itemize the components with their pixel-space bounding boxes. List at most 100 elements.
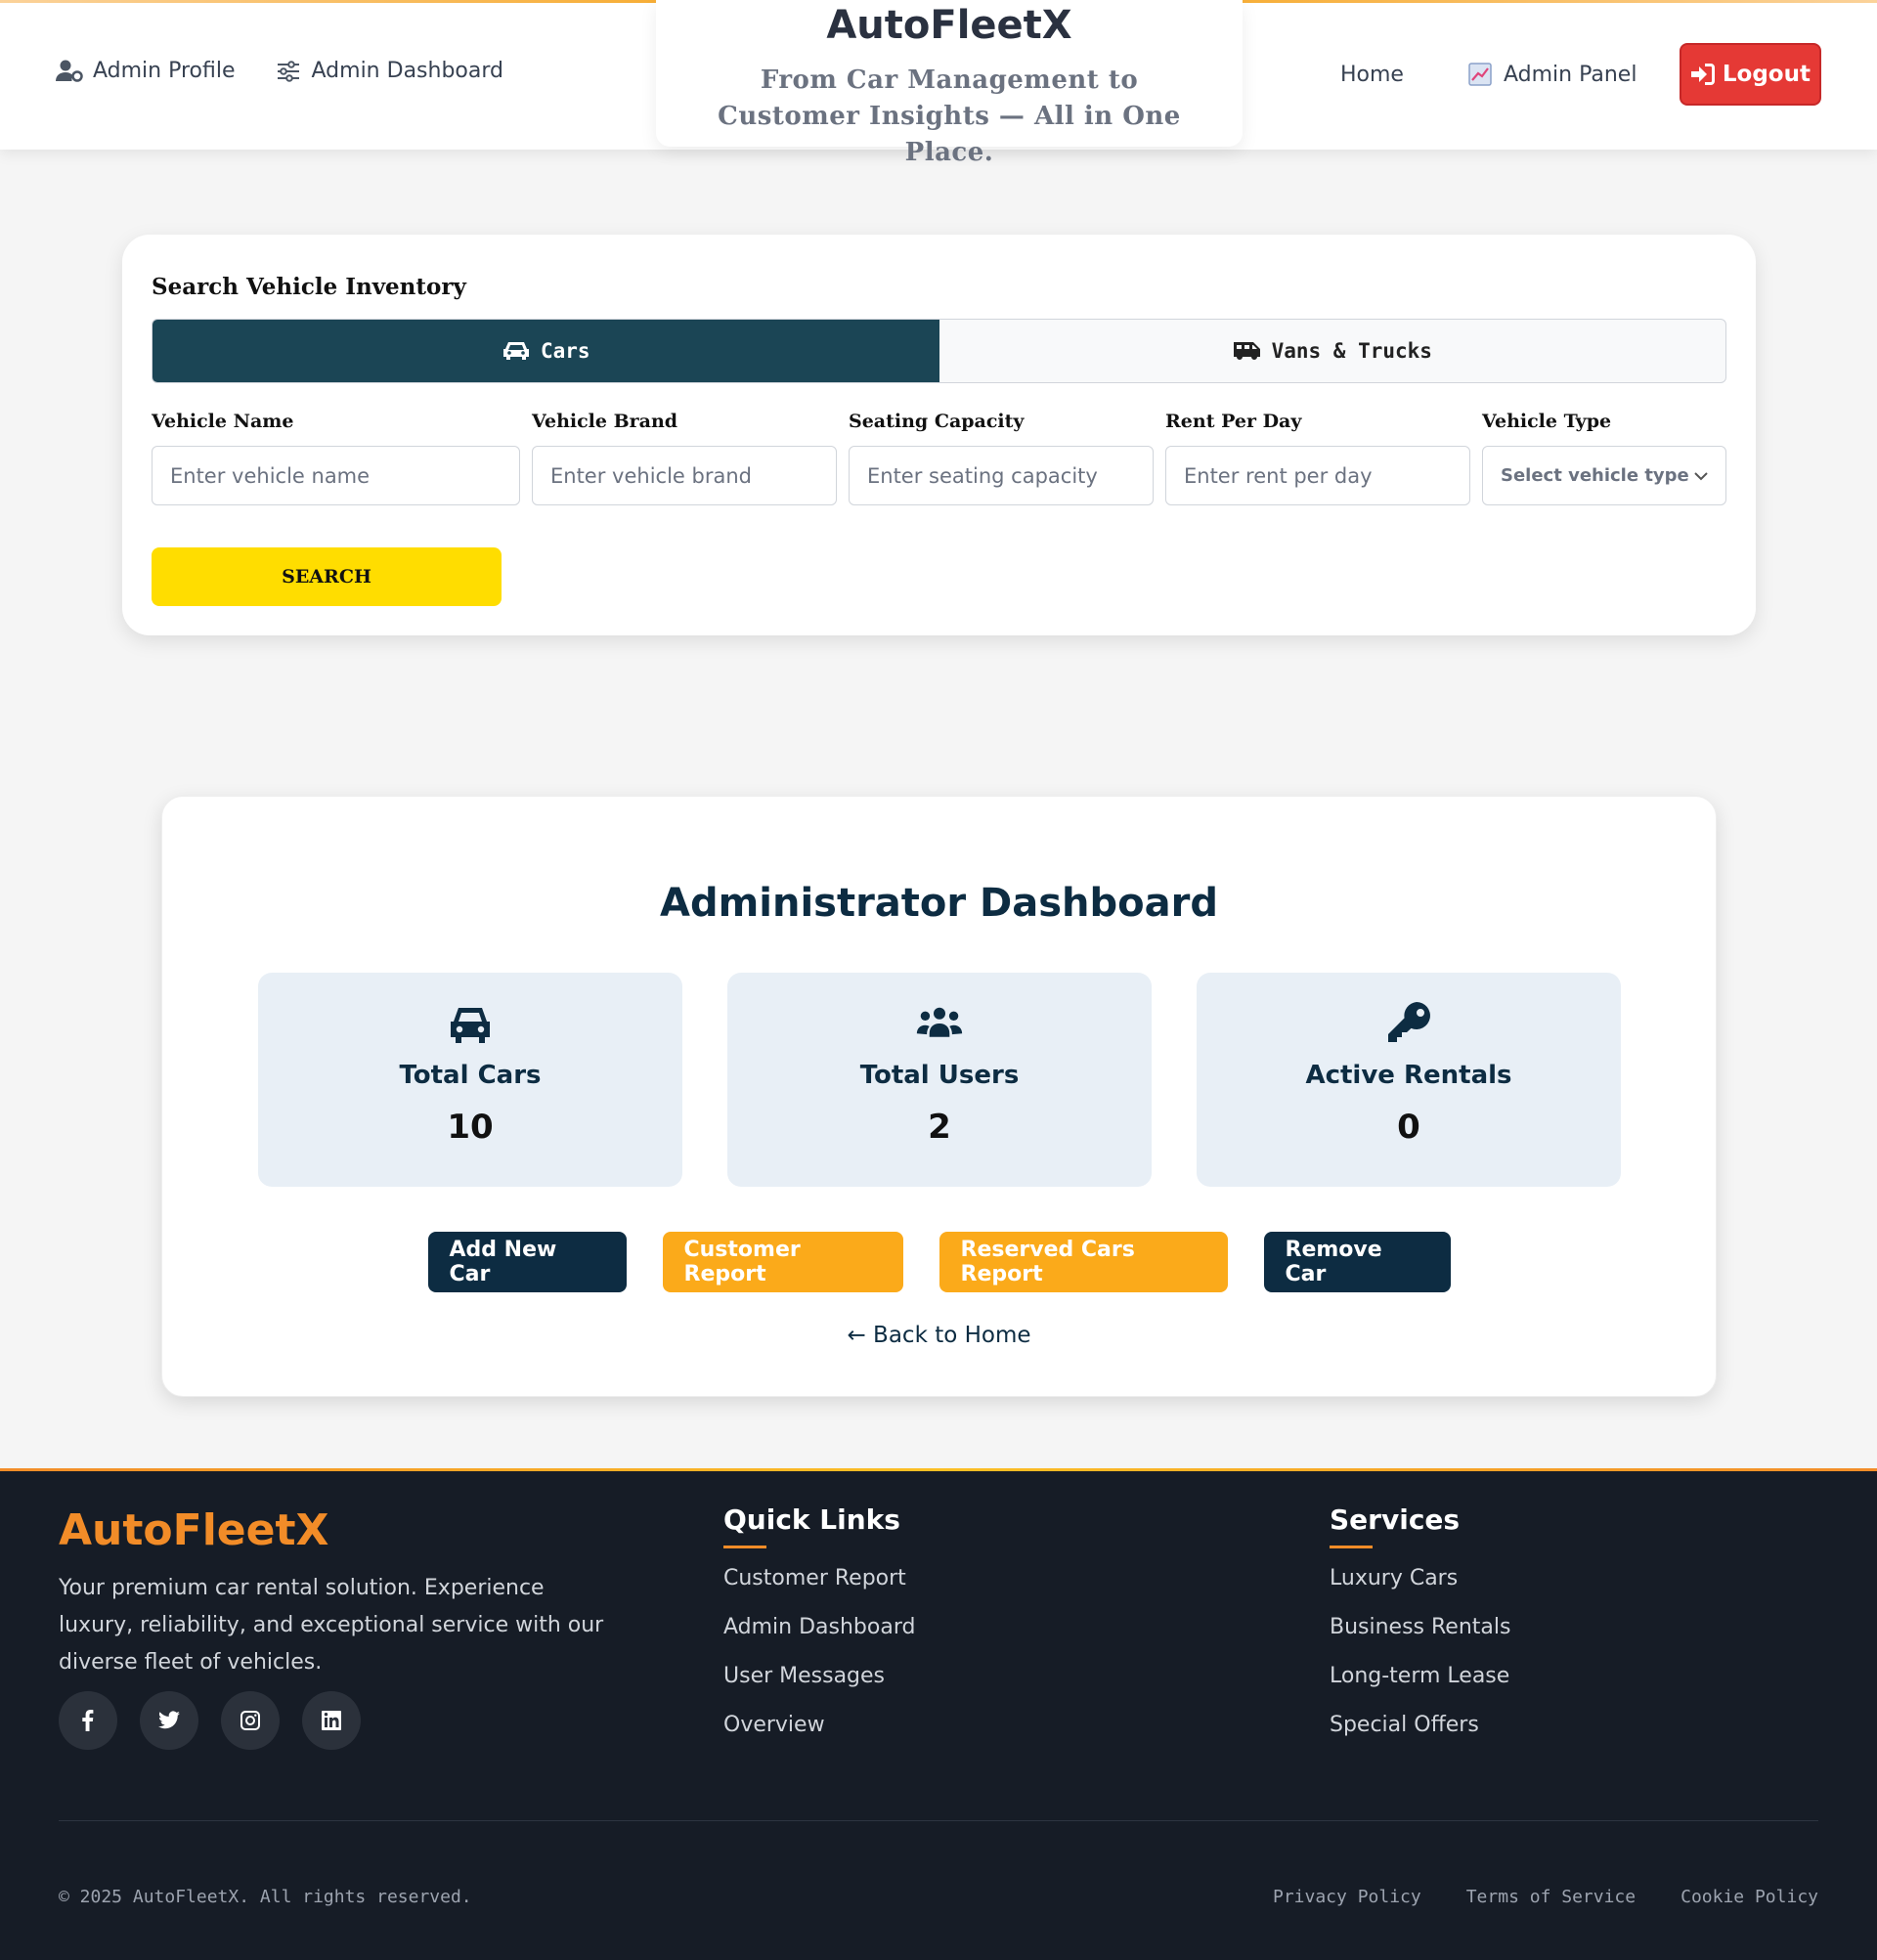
footer-divider xyxy=(59,1820,1818,1821)
field-seating-capacity: Seating Capacity Enter seating capacity xyxy=(849,411,1154,505)
nav-admin-profile[interactable]: Admin Profile xyxy=(56,59,236,83)
vehicle-brand-input[interactable]: Enter vehicle brand xyxy=(532,446,837,505)
sign-in-icon xyxy=(1690,64,1715,85)
key-icon xyxy=(1388,1002,1430,1042)
car-icon xyxy=(502,342,529,360)
user-cog-icon xyxy=(56,60,83,82)
dashboard-actions: Add New Car Customer Report Reserved Car… xyxy=(162,1232,1716,1292)
search-title: Search Vehicle Inventory xyxy=(152,274,466,300)
footer-link-long-term-lease[interactable]: Long-term Lease xyxy=(1330,1662,1510,1691)
brand-tagline: From Car Management to Customer Insights… xyxy=(718,65,1181,167)
add-new-car-button[interactable]: Add New Car xyxy=(427,1232,627,1292)
instagram-icon xyxy=(240,1711,260,1730)
stat-total-users-value: 2 xyxy=(928,1108,951,1147)
search-card: Search Vehicle Inventory Cars Vans & Tru… xyxy=(122,235,1756,635)
stats-row: Total Cars 10 Total Users 2 Active Renta… xyxy=(258,973,1621,1187)
brand-box: AutoFleetX From Car Management to Custom… xyxy=(656,0,1243,167)
footer-description: Your premium car rental solution. Experi… xyxy=(59,1576,604,1675)
services-title: Services xyxy=(1330,1503,1461,1536)
vehicle-type-select[interactable]: Select vehicle type xyxy=(1482,446,1726,505)
footer-link-user-messages[interactable]: User Messages xyxy=(723,1662,915,1691)
rent-per-day-label: Rent Per Day xyxy=(1165,411,1302,432)
footer-link-special-offers[interactable]: Special Offers xyxy=(1330,1711,1510,1740)
tab-cars-label: Cars xyxy=(540,339,590,363)
stat-active-rentals-label: Active Rentals xyxy=(1305,1061,1512,1090)
logout-label: Logout xyxy=(1722,62,1811,87)
facebook-link[interactable] xyxy=(59,1691,117,1750)
cookie-policy-link[interactable]: Cookie Policy xyxy=(1681,1887,1818,1907)
twitter-icon xyxy=(158,1711,180,1729)
nav-admin-panel[interactable]: Admin Panel xyxy=(1466,63,1637,87)
remove-car-button[interactable]: Remove Car xyxy=(1263,1232,1451,1292)
car-icon xyxy=(451,1008,490,1043)
tab-cars[interactable]: Cars xyxy=(153,320,939,382)
nav-home[interactable]: Home xyxy=(1340,63,1404,87)
nav-admin-profile-label: Admin Profile xyxy=(93,59,236,83)
footer-services: Services Luxury Cars Business Rentals Lo… xyxy=(1330,1503,1510,1760)
vehicle-name-input[interactable]: Enter vehicle name xyxy=(152,446,520,505)
stat-total-users-label: Total Users xyxy=(859,1061,1020,1090)
top-navbar: Admin Profile Admin Dashboard AutoFleetX… xyxy=(0,0,1877,167)
tab-vans-trucks[interactable]: Vans & Trucks xyxy=(939,320,1726,382)
truck-icon xyxy=(1233,342,1260,360)
footer: AutoFleetX Your premium car rental solut… xyxy=(0,1468,1877,1960)
stat-active-rentals-value: 0 xyxy=(1397,1108,1420,1147)
nav-admin-panel-label: Admin Panel xyxy=(1503,62,1637,87)
stat-total-users: Total Users 2 xyxy=(727,973,1152,1187)
stat-active-rentals: Active Rentals 0 xyxy=(1197,973,1621,1187)
facebook-icon xyxy=(82,1710,94,1731)
seating-capacity-input[interactable]: Enter seating capacity xyxy=(849,446,1154,505)
quick-links-title: Quick Links xyxy=(723,1503,900,1536)
vehicle-brand-label: Vehicle Brand xyxy=(532,411,678,432)
field-vehicle-type: Vehicle Type Select vehicle type xyxy=(1482,411,1726,505)
back-to-home-link[interactable]: ← Back to Home xyxy=(162,1323,1716,1348)
footer-quick-links: Quick Links Customer Report Admin Dashbo… xyxy=(723,1503,915,1760)
instagram-link[interactable] xyxy=(221,1691,280,1750)
field-vehicle-name: Vehicle Name Enter vehicle name xyxy=(152,411,520,505)
linkedin-icon xyxy=(322,1711,341,1730)
reserved-cars-report-button[interactable]: Reserved Cars Report xyxy=(938,1232,1228,1292)
logout-button[interactable]: Logout xyxy=(1680,43,1822,106)
customer-report-button[interactable]: Customer Report xyxy=(662,1232,903,1292)
chart-icon xyxy=(1468,63,1492,86)
search-button[interactable]: SEARCH xyxy=(152,547,502,606)
services-underline xyxy=(1330,1546,1373,1548)
nav-admin-dashboard[interactable]: Admin Dashboard xyxy=(275,59,503,83)
nav-right: Home Admin Panel Logout xyxy=(1340,43,1822,106)
field-vehicle-brand: Vehicle Brand Enter vehicle brand xyxy=(532,411,837,505)
terms-of-service-link[interactable]: Terms of Service xyxy=(1466,1887,1636,1907)
vehicle-tabs: Cars Vans & Trucks xyxy=(152,319,1726,383)
nav-left: Admin Profile Admin Dashboard xyxy=(56,59,503,83)
chevron-down-icon xyxy=(1694,471,1708,480)
nav-admin-dashboard-label: Admin Dashboard xyxy=(311,59,503,83)
tab-vans-trucks-label: Vans & Trucks xyxy=(1271,339,1432,363)
linkedin-link[interactable] xyxy=(302,1691,361,1750)
footer-brand: AutoFleetX xyxy=(59,1505,329,1555)
copyright: © 2025 AutoFleetX. All rights reserved. xyxy=(59,1887,472,1907)
quick-links-underline xyxy=(723,1546,766,1548)
privacy-policy-link[interactable]: Privacy Policy xyxy=(1273,1887,1421,1907)
users-icon xyxy=(916,1007,963,1037)
stat-total-cars: Total Cars 10 xyxy=(258,973,682,1187)
vehicle-type-label: Vehicle Type xyxy=(1482,411,1612,432)
footer-link-luxury-cars[interactable]: Luxury Cars xyxy=(1330,1564,1510,1593)
rent-per-day-input[interactable]: Enter rent per day xyxy=(1165,446,1470,505)
vehicle-name-label: Vehicle Name xyxy=(152,411,294,432)
sliders-icon xyxy=(277,60,299,82)
footer-link-customer-report[interactable]: Customer Report xyxy=(723,1564,915,1593)
admin-dashboard-card: Administrator Dashboard Total Cars 10 To… xyxy=(161,796,1717,1397)
footer-link-admin-dashboard[interactable]: Admin Dashboard xyxy=(723,1613,915,1642)
social-links xyxy=(59,1691,361,1750)
stat-total-cars-value: 10 xyxy=(447,1108,494,1147)
footer-link-business-rentals[interactable]: Business Rentals xyxy=(1330,1613,1510,1642)
dashboard-title: Administrator Dashboard xyxy=(659,881,1218,926)
vehicle-type-select-value: Select vehicle type xyxy=(1501,465,1689,486)
stat-total-cars-label: Total Cars xyxy=(399,1061,542,1090)
brand-title: AutoFleetX xyxy=(826,3,1072,48)
seating-capacity-label: Seating Capacity xyxy=(849,411,1025,432)
field-rent-per-day: Rent Per Day Enter rent per day xyxy=(1165,411,1470,505)
search-fields: Vehicle Name Enter vehicle name Vehicle … xyxy=(152,411,1726,505)
legal-links: Privacy Policy Terms of Service Cookie P… xyxy=(1273,1887,1818,1907)
footer-link-overview[interactable]: Overview xyxy=(723,1711,915,1740)
twitter-link[interactable] xyxy=(140,1691,198,1750)
